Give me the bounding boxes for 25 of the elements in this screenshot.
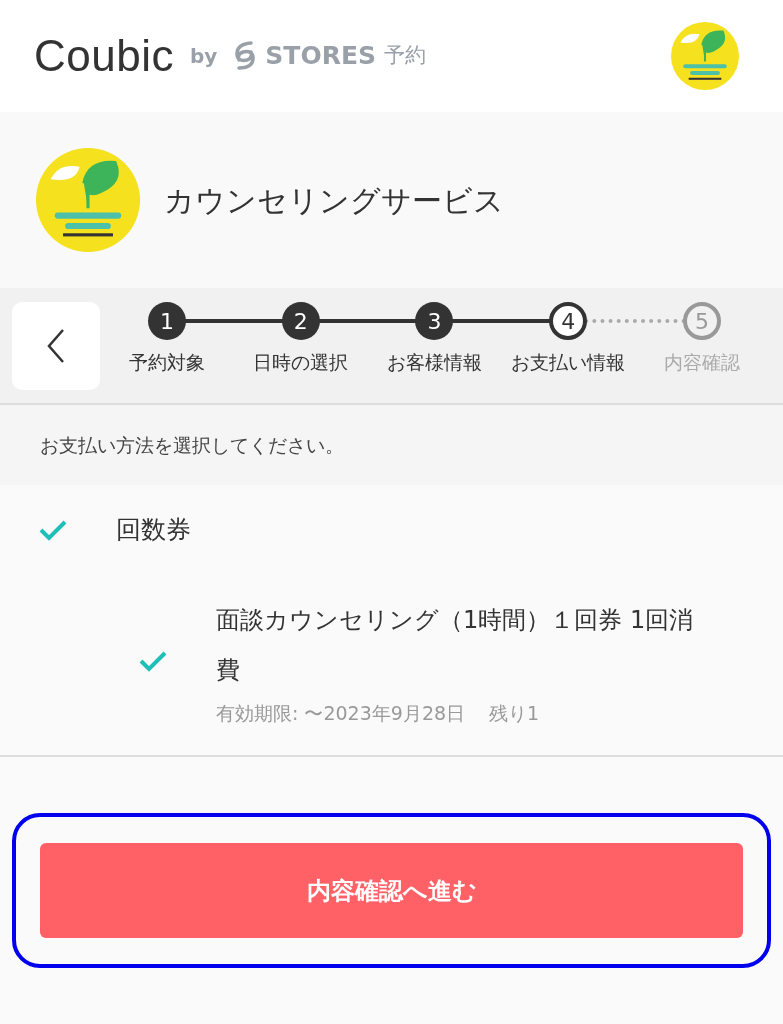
step-number: 1 (147, 302, 186, 340)
shop-logo-icon (671, 22, 739, 90)
remaining-text: 残り1 (489, 700, 540, 726)
step-label: 予約対象 (128, 350, 205, 375)
step-label: お客様情報 (387, 350, 482, 375)
step-label: お支払い情報 (511, 350, 626, 375)
expiry-text: 有効期限: 〜2023年9月28日 (216, 700, 466, 726)
step-number: 3 (415, 302, 454, 340)
step-number: 4 (549, 302, 588, 340)
step-number: 5 (683, 302, 722, 340)
shop-name: カウンセリングサービス (164, 181, 504, 220)
partner-logo-text: STORES (265, 40, 376, 73)
partner-suffix-text: 予約 (384, 42, 426, 70)
by-text: by (189, 43, 218, 70)
brand-logo-text: Coubic (34, 30, 174, 82)
step-number: 2 (281, 302, 320, 340)
instruction-text: お支払い方法を選択してください。 (40, 432, 344, 458)
shop-logo-icon (36, 148, 140, 252)
chevron-left-icon (46, 328, 66, 364)
payment-method-label[interactable]: 回数券 (116, 511, 191, 549)
step-label: 日時の選択 (253, 350, 349, 375)
step-label: 内容確認 (664, 350, 741, 375)
ticket-title[interactable]: 面談カウンセリング（1時間）１回券 1回消費 (216, 594, 706, 695)
swirl-logo-icon (233, 40, 258, 72)
back-button[interactable] (12, 302, 100, 390)
